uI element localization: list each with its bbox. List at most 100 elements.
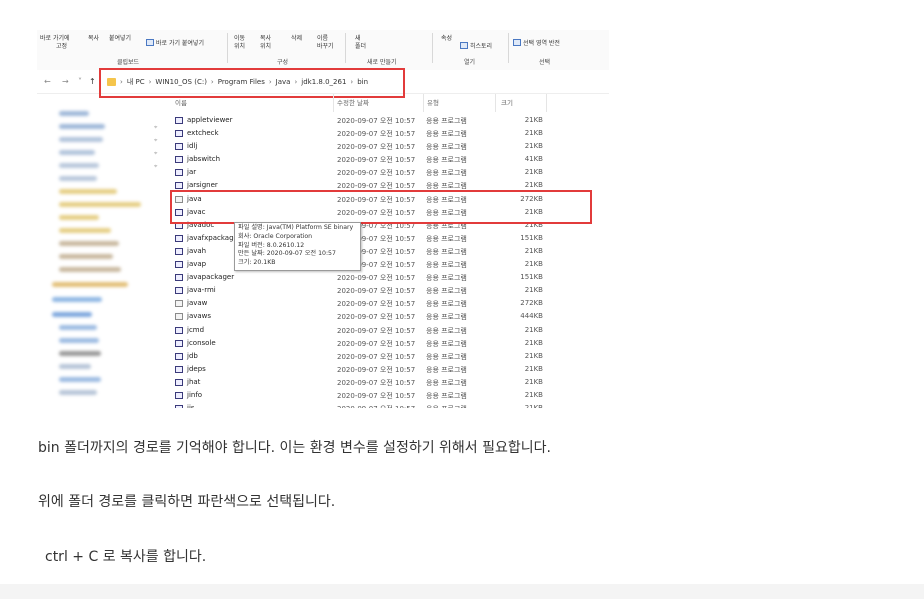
file-name: jdeps [187, 364, 206, 373]
file-row-jdb[interactable]: jdb 2020-09-07 오전 10:57 응용 프로그램 21KB [171, 350, 601, 363]
ribbon: 바로 가기에 고정 복사 붙여넣기 바로 가기 붙여넣기 클립보드 이동 위치 복사… [37, 30, 609, 70]
file-size: 272KB [520, 299, 543, 308]
exe-icon [175, 300, 183, 308]
file-name: javaw [187, 299, 208, 308]
history-label: 히스토리 [470, 43, 493, 50]
exe-icon [175, 143, 183, 151]
pin-label-1: 바로 가기에 [40, 35, 70, 42]
file-date: 2020-09-07 오전 10:57 [337, 169, 416, 178]
rename-button[interactable]: 이름 바꾸기 [317, 35, 334, 51]
history-icon [460, 42, 468, 49]
file-row-appletviewer[interactable]: appletviewer 2020-09-07 오전 10:57 응용 프로그램 21… [171, 114, 601, 127]
file-date: 2020-09-07 오전 10:57 [337, 313, 416, 322]
tooltip-size: 크기: 20.1KB [238, 259, 276, 267]
paste-shortcut-button[interactable]: 바로 가기 붙여넣기 [146, 39, 204, 48]
paragraph-path-note: bin 폴더까지의 경로를 기억해야 합니다. 이는 환경 변수를 설정하기 위… [38, 440, 551, 456]
file-size: 21KB [524, 351, 543, 360]
history-button[interactable]: 히스토리 [460, 42, 492, 51]
file-row-jabswitch[interactable]: jabswitch 2020-09-07 오전 10:57 응용 프로그램 41KB [171, 153, 601, 166]
file-name: jjs [187, 404, 195, 408]
group-label-select: 선택 [539, 59, 551, 66]
file-row-jcmd[interactable]: jcmd 2020-09-07 오전 10:57 응용 프로그램 21KB [171, 324, 601, 337]
file-size: 21KB [524, 246, 543, 255]
file-row-jinfo[interactable]: jinfo 2020-09-07 오전 10:57 응용 프로그램 21KB [171, 389, 601, 402]
exe-icon [175, 405, 183, 408]
column-header-date[interactable]: 수정한 날짜 [337, 97, 369, 107]
file-type: 응용 프로그램 [426, 404, 467, 408]
file-date: 2020-09-07 오전 10:57 [337, 404, 415, 408]
properties-button[interactable]: 속성 [441, 35, 452, 43]
copyto-label-2: 위치 [260, 43, 272, 50]
file-row-jconsole[interactable]: jconsole 2020-09-07 오전 10:57 응용 프로그램 21KB [171, 337, 601, 350]
file-name: javap [187, 260, 207, 269]
file-type: 응용 프로그램 [426, 156, 467, 165]
move-to-button[interactable]: 이동 위치 [234, 35, 245, 51]
recent-locations-chevron-icon[interactable]: ˅ [78, 77, 82, 86]
file-type: 응용 프로그램 [426, 261, 467, 270]
back-arrow-icon[interactable]: ← [44, 77, 51, 86]
exe-icon [175, 339, 183, 347]
file-row-jdeps[interactable]: jdeps 2020-09-07 오전 10:57 응용 프로그램 21KB [171, 363, 601, 376]
move-label-2: 위치 [234, 43, 246, 50]
pin-icon: ⌖ [154, 150, 158, 157]
file-name: jarsigner [187, 181, 218, 190]
column-header-type[interactable]: 유형 [427, 97, 439, 107]
file-size: 21KB [524, 377, 543, 386]
file-row-javaw[interactable]: javaw 2020-09-07 오전 10:57 응용 프로그램 272KB [171, 297, 601, 310]
copy-button[interactable]: 복사 [88, 35, 99, 43]
invert-selection-button[interactable]: 선택 영역 반전 [513, 39, 560, 48]
paste-shortcut-icon [146, 39, 154, 46]
file-name: idlj [187, 142, 198, 151]
explorer-screenshot: 바로 가기에 고정 복사 붙여넣기 바로 가기 붙여넣기 클립보드 이동 위치 복사… [37, 30, 609, 408]
column-header-size[interactable]: 크기 [501, 97, 513, 107]
file-row-extcheck[interactable]: extcheck 2020-09-07 오전 10:57 응용 프로그램 21KB [171, 127, 601, 140]
file-row-jjs[interactable]: jjs 2020-09-07 오전 10:57 응용 프로그램 21KB [171, 402, 601, 408]
exe-icon [175, 313, 183, 321]
file-size: 21KB [503, 404, 543, 408]
file-type: 응용 프로그램 [426, 287, 467, 296]
exe-icon [175, 130, 183, 138]
file-row-jar[interactable]: jar 2020-09-07 오전 10:57 응용 프로그램 21KB [171, 166, 601, 179]
file-row-javapackager[interactable]: javapackager 2020-09-07 오전 10:57 응용 프로그램 15… [171, 271, 601, 284]
exe-icon [175, 352, 183, 360]
exe-icon [175, 169, 183, 177]
ribbon-separator [345, 33, 346, 63]
file-date: 2020-09-07 오전 10:57 [337, 378, 416, 387]
up-arrow-icon[interactable]: ↑ [89, 77, 96, 86]
file-size: 21KB [524, 116, 543, 124]
file-row-jhat[interactable]: jhat 2020-09-07 오전 10:57 응용 프로그램 21KB [171, 376, 601, 389]
new-folder-button[interactable]: 새 폴더 [355, 35, 366, 51]
file-row-java-rmi[interactable]: java-rmi 2020-09-07 오전 10:57 응용 프로그램 21KB [171, 284, 601, 297]
pin-icon: ⌖ [154, 163, 158, 170]
file-size: 21KB [524, 129, 543, 138]
file-row-idlj[interactable]: idlj 2020-09-07 오전 10:57 응용 프로그램 21KB [171, 140, 601, 153]
exe-icon [175, 326, 183, 334]
file-row-javaws[interactable]: javaws 2020-09-07 오전 10:57 응용 프로그램 444KB [171, 310, 601, 323]
column-separator [423, 94, 424, 112]
file-name: jdb [187, 351, 198, 360]
file-name: javapackager [187, 273, 235, 282]
move-label: 이동 [234, 35, 246, 42]
column-header-name[interactable]: 이름 [175, 97, 187, 107]
file-type: 응용 프로그램 [426, 169, 467, 178]
file-name: javafxpackager [187, 233, 241, 242]
pin-to-quick-access-button[interactable]: 바로 가기에 고정 [40, 35, 70, 51]
column-separator [495, 94, 496, 112]
file-date: 2020-09-07 오전 10:57 [337, 143, 416, 152]
file-date: 2020-09-07 오전 10:57 [337, 352, 416, 361]
file-type: 응용 프로그램 [426, 274, 467, 283]
delete-button[interactable]: 삭제 [291, 35, 302, 43]
group-label-open: 열기 [464, 59, 476, 66]
file-name: javah [187, 246, 207, 255]
copy-to-button[interactable]: 복사 위치 [260, 35, 271, 51]
pin-label-2: 고정 [56, 43, 68, 50]
paste-button[interactable]: 붙여넣기 [109, 35, 131, 43]
file-date: 2020-09-07 오전 10:57 [337, 365, 416, 374]
file-size: 21KB [524, 338, 543, 347]
file-size: 21KB [524, 390, 543, 399]
exe-icon [175, 234, 183, 242]
file-date: 2020-09-07 오전 10:57 [337, 156, 416, 165]
forward-arrow-icon[interactable]: → [62, 77, 69, 86]
file-type: 응용 프로그램 [426, 234, 467, 243]
ribbon-separator [227, 33, 228, 63]
